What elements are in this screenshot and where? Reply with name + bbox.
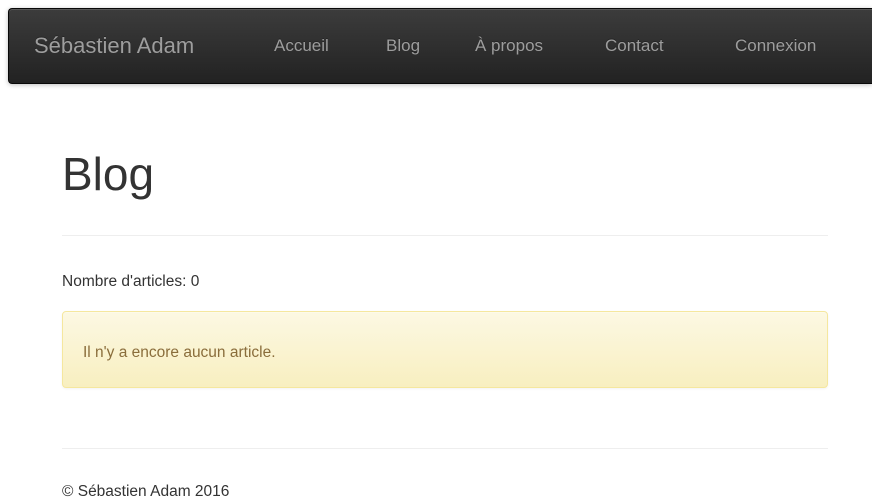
alert-message: Il n'y a encore aucun article. [83, 344, 276, 361]
nav-item-a-propos[interactable]: À propos [475, 9, 543, 83]
navbar: Sébastien Adam Accueil Blog À propos Con… [8, 8, 872, 84]
nav-item-connexion[interactable]: Connexion [735, 9, 816, 83]
title-divider [62, 235, 828, 236]
article-count: Nombre d'articles: 0 [62, 273, 200, 290]
no-articles-alert: Il n'y a encore aucun article. [62, 311, 828, 388]
footer-divider [62, 448, 828, 449]
footer-copyright: © Sébastien Adam 2016 [62, 483, 230, 500]
nav-item-accueil[interactable]: Accueil [274, 9, 329, 83]
nav-item-blog[interactable]: Blog [386, 9, 420, 83]
page-title: Blog [62, 148, 155, 200]
brand-link[interactable]: Sébastien Adam [34, 9, 194, 83]
nav-item-contact[interactable]: Contact [605, 9, 664, 83]
